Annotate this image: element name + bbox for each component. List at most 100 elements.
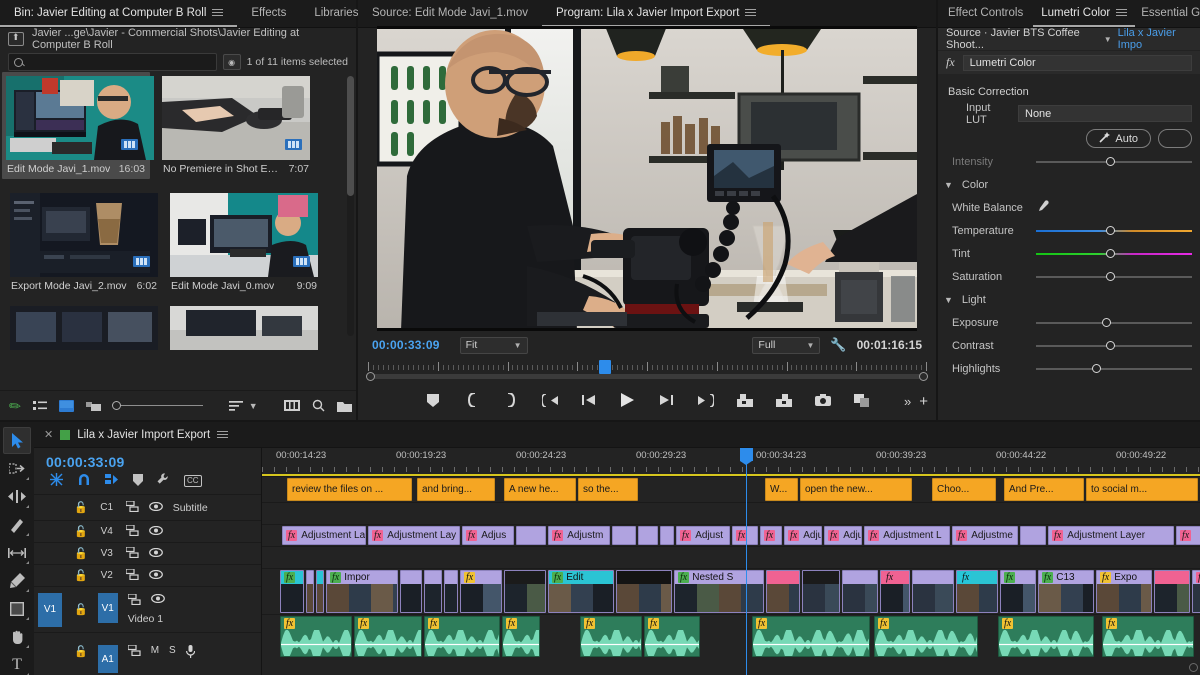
timeline-clip-area[interactable]: 00:00:14:23 00:00:19:23 00:00:24:23 00:00:2… xyxy=(262,448,1200,675)
rectangle-tool[interactable] xyxy=(3,595,31,622)
group-light[interactable]: ▼ Light xyxy=(938,288,1200,311)
contrast-slider[interactable] xyxy=(1036,339,1192,353)
bin-item[interactable]: Edit Mode Javi_1.mov 16:03 xyxy=(2,72,154,179)
lift-icon[interactable] xyxy=(735,390,755,410)
panel-menu-icon[interactable] xyxy=(1116,7,1128,18)
video-clip[interactable]: fx Expo xyxy=(1096,570,1152,613)
video-clip[interactable] xyxy=(316,570,324,613)
video-clip[interactable]: fx xyxy=(880,570,910,613)
add-marker-icon[interactable] xyxy=(133,473,143,489)
slider-knob[interactable] xyxy=(1101,318,1111,327)
caption-clip[interactable]: so the... xyxy=(578,478,638,501)
mark-out-icon[interactable] xyxy=(501,390,521,410)
selection-tool[interactable] xyxy=(3,427,31,454)
track-visibility-icon[interactable] xyxy=(148,501,163,514)
adjustment-layer-clip[interactable]: fx Adjust xyxy=(676,526,730,545)
sync-lock-icon[interactable] xyxy=(125,545,139,561)
caption-clip[interactable]: Choo... xyxy=(932,478,996,501)
monitor-playhead[interactable] xyxy=(599,360,611,379)
lock-icon[interactable]: 🔓 xyxy=(74,525,88,538)
audio-clip[interactable]: fx xyxy=(354,616,422,657)
zoom-slider-knob[interactable] xyxy=(111,401,121,410)
adjustment-layer-clip[interactable]: fx Adjustment L xyxy=(864,526,950,545)
bin-scrollbar[interactable] xyxy=(347,76,354,336)
slider-knob[interactable] xyxy=(1106,341,1116,350)
icon-view-icon[interactable] xyxy=(58,398,74,414)
audio-clip[interactable]: fx xyxy=(1102,616,1194,657)
caption-clip[interactable]: to social m... xyxy=(1086,478,1198,501)
video-clip[interactable] xyxy=(802,570,840,613)
video-clip[interactable] xyxy=(444,570,458,613)
section-basic-correction[interactable]: Basic Correction xyxy=(938,80,1200,102)
zoom-level-select[interactable]: Fit ▼ xyxy=(459,336,528,354)
list-view-icon[interactable] xyxy=(32,398,47,414)
lumetri-sequence-label[interactable]: Lila x Javier Impo xyxy=(1118,27,1192,51)
play-icon[interactable] xyxy=(618,390,638,410)
video-clip[interactable] xyxy=(306,570,314,613)
timeline-tracks[interactable]: review the files on ... and bring... A new… xyxy=(262,476,1200,675)
temperature-slider[interactable] xyxy=(1036,224,1192,238)
sync-lock-icon[interactable] xyxy=(125,523,139,539)
audio-clip[interactable]: fx xyxy=(424,616,500,657)
adjustment-layer-clip[interactable]: fx Adjus xyxy=(462,526,514,545)
razor-tool[interactable] xyxy=(3,511,31,538)
lock-icon[interactable]: 🔓 xyxy=(74,501,88,514)
video-clip[interactable] xyxy=(766,570,800,613)
monitor-current-time[interactable]: 00:00:33:09 xyxy=(372,338,440,352)
timeline-track-v1[interactable]: fx fx Impor fx fx Edit fx Nested Sfx fx fx fx C13 fx… xyxy=(262,568,1200,614)
comparison-view-icon[interactable] xyxy=(852,390,872,410)
panel-menu-icon[interactable] xyxy=(745,7,757,18)
pen-tool[interactable] xyxy=(3,567,31,594)
sort-icon[interactable] xyxy=(228,398,243,414)
track-header-v1[interactable]: V1 🔓 V1 Video 1 xyxy=(34,586,261,632)
video-clip[interactable] xyxy=(912,570,954,613)
track-target-v1[interactable]: V1 xyxy=(97,593,118,623)
adjustment-layer-clip[interactable]: fx Adjustme xyxy=(952,526,1018,545)
track-target-a1[interactable]: A1 xyxy=(97,645,118,673)
tab-effects[interactable]: Effects xyxy=(237,0,300,27)
caption-clip[interactable]: W... xyxy=(765,478,798,501)
adjustment-layer-clip[interactable] xyxy=(1020,526,1046,545)
auto-button[interactable]: Auto xyxy=(1086,129,1151,148)
tab-bin[interactable]: Bin: Javier Editing at Computer B Roll xyxy=(0,0,238,27)
chevron-down-icon[interactable]: ▼ xyxy=(1104,35,1112,44)
slider-knob[interactable] xyxy=(1106,226,1116,235)
tab-effect-controls[interactable]: Effect Controls xyxy=(938,0,1033,27)
go-to-in-icon[interactable] xyxy=(540,390,560,410)
intensity-slider[interactable] xyxy=(1036,155,1192,169)
panel-menu-icon[interactable] xyxy=(217,429,229,440)
sync-lock-icon[interactable] xyxy=(125,567,139,583)
adjustment-layer-clip[interactable]: fx Adju xyxy=(824,526,862,545)
caption-clip[interactable]: review the files on ... xyxy=(287,478,412,501)
bin-thumbnail-grid[interactable]: Edit Mode Javi_1.mov 16:03 No Premiere i… xyxy=(0,70,346,388)
sync-lock-icon[interactable] xyxy=(125,499,139,515)
video-clip[interactable] xyxy=(842,570,878,613)
tab-lumetri-color[interactable]: Lumetri Color xyxy=(1033,0,1136,27)
new-bin-icon[interactable] xyxy=(336,398,352,414)
adjustment-layer-clip[interactable] xyxy=(612,526,636,545)
timeline-track-v4[interactable] xyxy=(262,502,1200,524)
track-header-v4[interactable]: 🔓 V4 xyxy=(34,520,261,542)
track-visibility-icon[interactable] xyxy=(148,547,163,560)
solo-track-button[interactable]: S xyxy=(169,645,176,656)
track-header-v3[interactable]: 🔓 V3 xyxy=(34,542,261,564)
timeline-track-c1[interactable]: review the files on ... and bring... A new… xyxy=(262,476,1200,502)
video-clip[interactable] xyxy=(1154,570,1190,613)
zoom-slider[interactable] xyxy=(111,401,203,410)
reset-button[interactable] xyxy=(1158,129,1192,148)
slip-tool[interactable] xyxy=(3,539,31,566)
lock-icon[interactable]: 🔓 xyxy=(74,547,88,560)
export-frame-icon[interactable] xyxy=(813,390,833,410)
eyedropper-icon[interactable] xyxy=(1036,199,1049,216)
timeline-track-v2[interactable] xyxy=(262,546,1200,568)
audio-clip[interactable]: fx xyxy=(874,616,978,657)
video-clip[interactable]: fx Impor xyxy=(326,570,398,613)
timeline-settings-icon[interactable] xyxy=(157,473,170,489)
more-icon[interactable]: » xyxy=(904,394,911,409)
settings-wrench-icon[interactable]: 🔧 xyxy=(830,337,846,353)
lock-icon[interactable]: 🔓 xyxy=(74,569,88,582)
video-clip[interactable]: fx xyxy=(1000,570,1036,613)
find-icon[interactable] xyxy=(312,398,325,414)
search-input[interactable] xyxy=(8,53,217,71)
video-clip[interactable] xyxy=(504,570,546,613)
